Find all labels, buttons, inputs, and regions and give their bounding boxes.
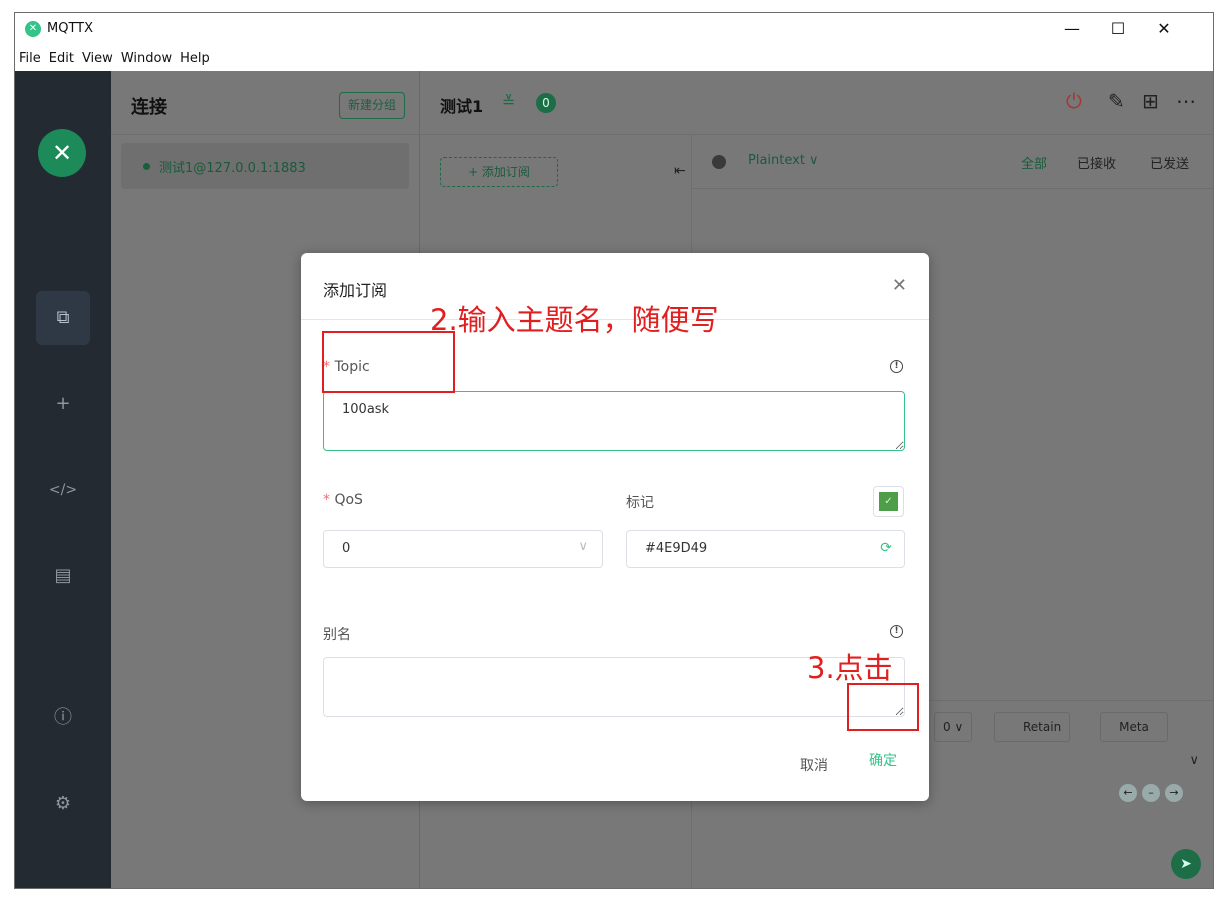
add-subscription-button[interactable]: + 添加订阅 — [440, 157, 558, 187]
menu-window[interactable]: Window — [117, 45, 176, 73]
connected-status-dot — [143, 163, 150, 170]
annotation-step3: 3.点击 — [807, 651, 893, 685]
minimize-button[interactable]: — — [1049, 13, 1095, 45]
power-disconnect-icon[interactable]: ⏻ — [1066, 89, 1082, 113]
close-icon[interactable]: ✕ — [892, 275, 907, 296]
new-group-button[interactable]: 新建分组 — [338, 92, 405, 119]
dialog-title: 添加订阅 — [323, 281, 388, 300]
qos-select[interactable]: 0 ∨ — [323, 530, 603, 568]
menu-bar: File Edit View Window Help — [15, 45, 1213, 71]
payload-format-select[interactable]: Plaintext ∨ — [748, 153, 819, 168]
menu-help[interactable]: Help — [176, 45, 214, 73]
send-icon[interactable]: ➤ — [1171, 849, 1201, 879]
left-nav: ✕ ⧉ + </> ▤ ⓘ ⚙ — [15, 71, 111, 888]
edit-pen-icon[interactable]: ✎ — [1108, 89, 1125, 113]
window-title: MQTTX — [47, 21, 94, 36]
app-body: ✕ ⧉ + </> ▤ ⓘ ⚙ 连接 新建分组 测试1@127.0.0.1:18… — [15, 71, 1213, 888]
double-chevron-down-icon[interactable]: ≚ — [502, 92, 515, 111]
connection-name: 测试1@127.0.0.1:1883 — [159, 161, 306, 176]
new-connection-plus-icon[interactable]: + — [36, 377, 90, 431]
topic-input[interactable] — [323, 391, 905, 451]
connection-item[interactable]: 测试1@127.0.0.1:1883 — [121, 143, 409, 189]
filter-sent[interactable]: 已发送 — [1150, 153, 1189, 172]
meta-button[interactable]: Meta — [1100, 712, 1168, 742]
filter-all[interactable]: 全部 — [1021, 153, 1047, 172]
prev-arrow-icon[interactable]: ← — [1119, 784, 1137, 802]
next-arrow-icon[interactable]: → — [1165, 784, 1183, 802]
topic-info-icon[interactable]: ! — [890, 360, 903, 373]
title-bar: ✕ MQTTX — ☐ ✕ — [15, 13, 1213, 45]
annotation-step2: 2.输入主题名，随便写 — [430, 303, 719, 337]
settings-gear-icon[interactable]: ⚙ — [36, 777, 90, 831]
app-window: ✕ MQTTX — ☐ ✕ File Edit View Window Help ✕ ⧉… — [14, 12, 1214, 889]
publish-qos-select[interactable]: 0 ∨ — [934, 712, 973, 742]
mqttx-logo-icon: ✕ — [38, 129, 86, 177]
app-logo-icon: ✕ — [25, 21, 41, 37]
alias-info-icon[interactable]: ! — [890, 625, 903, 638]
format-dot-icon — [712, 155, 726, 169]
script-code-icon[interactable]: </> — [36, 463, 90, 517]
filter-received[interactable]: 已接收 — [1077, 153, 1116, 172]
menu-edit[interactable]: Edit — [45, 45, 78, 73]
messages-toolbar: Plaintext ∨ 全部 已接收 已发送 — [692, 135, 1213, 189]
chevron-down-icon: ∨ — [578, 539, 588, 554]
about-info-icon[interactable]: ⓘ — [36, 691, 90, 745]
annotation-box-topic — [322, 331, 455, 393]
maximize-button[interactable]: ☐ — [1095, 13, 1141, 45]
collapse-list-icon[interactable]: ⇤ — [674, 163, 686, 179]
connections-copy-icon[interactable]: ⧉ — [36, 291, 90, 345]
confirm-button[interactable]: 确定 — [851, 745, 915, 777]
main-header: 测试1 ≚ 0 ⏻ ✎ ⊞ ⋯ — [420, 71, 1213, 135]
qos-label: * QoS — [323, 492, 363, 508]
color-picker[interactable]: ✓ — [873, 486, 904, 517]
more-icon[interactable]: ⋯ — [1176, 89, 1196, 113]
new-window-icon[interactable]: ⊞ — [1142, 89, 1159, 113]
close-window-button[interactable]: ✕ — [1141, 13, 1187, 45]
menu-file[interactable]: File — [15, 45, 45, 73]
annotation-box-confirm — [847, 683, 919, 731]
qos-select-value: 0 — [342, 541, 351, 556]
menu-view[interactable]: View — [78, 45, 117, 73]
connection-title: 测试1 — [440, 97, 484, 116]
unread-badge: 0 — [536, 93, 556, 113]
connections-title: 连接 — [131, 97, 167, 118]
alias-label: 别名 — [323, 627, 351, 643]
log-icon[interactable]: ▤ — [36, 549, 90, 603]
chevron-down-icon[interactable]: ∨ — [1189, 753, 1199, 768]
refresh-icon[interactable]: ⟳ — [880, 540, 892, 556]
connections-header: 连接 新建分组 — [111, 71, 419, 135]
color-input-value: #4E9D49 — [645, 541, 708, 556]
check-icon: ✓ — [879, 492, 898, 511]
retain-checkbox[interactable]: Retain — [994, 712, 1071, 742]
color-label: 标记 — [626, 495, 654, 511]
cancel-button[interactable]: 取消 — [800, 755, 828, 775]
color-input[interactable]: #4E9D49 ⟳ — [626, 530, 905, 568]
minus-icon[interactable]: – — [1142, 784, 1160, 802]
